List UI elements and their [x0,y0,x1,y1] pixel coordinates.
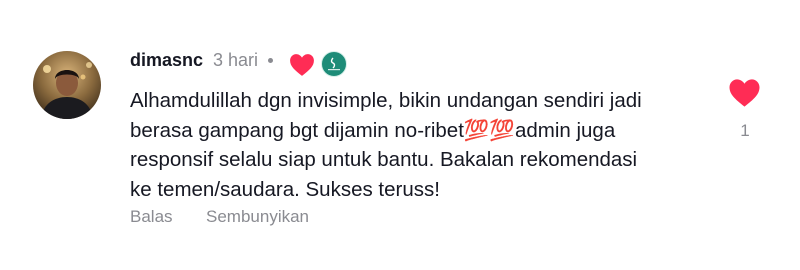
comment-text: Alhamdulillah dgn invisimple, bikin unda… [130,89,642,201]
hide-button[interactable]: Sembunyikan [206,206,309,228]
heart-icon [289,53,315,77]
timestamp: 3 hari [213,50,259,70]
username[interactable]: dimasnc [130,48,203,72]
reply-button[interactable]: Balas [130,206,173,228]
creator-avatar-icon [321,51,347,77]
avatar[interactable] [33,51,101,119]
like-button-heart-icon[interactable] [728,78,761,108]
separator-dot [268,58,273,63]
like-control: 1 [725,78,765,148]
comment-item: dimasnc 3 hari Alhamdulillah dgn invisim… [0,0,800,270]
like-count: 1 [740,121,750,140]
